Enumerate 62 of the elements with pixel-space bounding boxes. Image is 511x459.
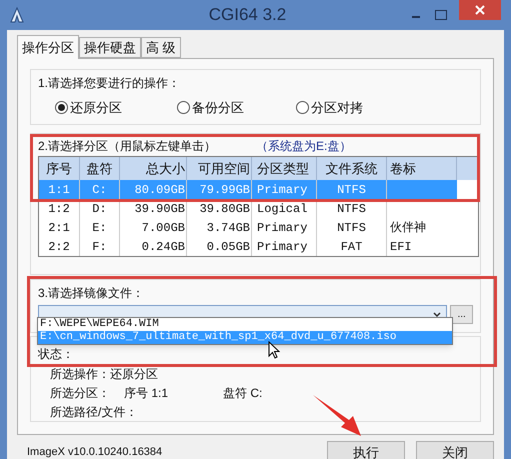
status-text: 盘符 C:: [223, 385, 262, 401]
table-cell-text: 伙伴神: [390, 220, 426, 236]
table-cell-text: NTFS: [337, 200, 366, 218]
status-text: 序号 1:1: [124, 385, 168, 401]
table-cell-text: EFI: [390, 238, 412, 256]
section-label: 1.请选择您要进行的操作：: [38, 75, 182, 92]
table-cell-text: F:: [92, 238, 107, 256]
table-cell-text: 39.90GB: [134, 200, 185, 218]
table-cell-text: 0.24GB: [142, 238, 185, 256]
table-cell-text: 80.09GB: [134, 182, 185, 198]
radio-option[interactable]: 备份分区: [177, 98, 244, 118]
radio-label: 分区对拷: [311, 99, 363, 117]
table-row[interactable]: 2:2 F: 0.24GB 0.05GB Primary FAT EFI: [39, 237, 457, 256]
table-row[interactable]: 2:1 E: 7.00GB 3.74GB Primary NTFS 伙伴神: [39, 218, 457, 237]
status-label: 状态：: [38, 346, 74, 362]
table-cell-text: 2:2: [48, 238, 70, 256]
close-icon: [475, 5, 485, 15]
tab[interactable]: 高 级: [141, 37, 181, 58]
close-button[interactable]: [459, 0, 501, 20]
radio-button[interactable]: [55, 101, 68, 114]
table-cell-text: 2:1: [48, 220, 70, 236]
action-button[interactable]: 执行: [327, 441, 405, 459]
table-row[interactable]: 1:2 D: 39.90GB 39.80GB Logical NTFS: [39, 199, 457, 218]
window-title: CGI64 3.2: [208, 4, 288, 26]
table-cell-text: Primary: [257, 182, 308, 198]
table-cell-text: E:: [92, 220, 107, 236]
table-cell-text: Logical: [257, 200, 308, 218]
radio-button[interactable]: [296, 101, 309, 114]
browse-button[interactable]: ...: [450, 305, 473, 324]
table-cell-text: FAT: [340, 238, 362, 256]
table-cell-text: NTFS: [337, 220, 366, 236]
radio-button[interactable]: [177, 101, 190, 114]
system-drive-note: （系统盘为E:盘）: [256, 138, 352, 155]
table-cell-text: 1:2: [48, 200, 70, 218]
status-text: 所选操作：还原分区: [50, 366, 159, 382]
tab[interactable]: 操作硬盘: [79, 37, 141, 58]
radio-label: 还原分区: [70, 99, 122, 117]
radio-label: 备份分区: [192, 99, 244, 117]
table-cell-text: 7.00GB: [142, 220, 185, 236]
table-cell-text: D:: [92, 200, 107, 218]
action-button[interactable]: 关闭: [416, 441, 494, 459]
table-cell-text: C:: [92, 182, 107, 198]
maximize-icon[interactable]: [435, 10, 447, 20]
radio-option[interactable]: 还原分区: [55, 98, 122, 118]
version-text: ImageX v10.0.10240.16384: [27, 445, 164, 459]
table-cell-text: Primary: [257, 238, 308, 256]
status-text: 所选分区：: [50, 385, 110, 401]
status-text: 所选路径/文件：: [50, 404, 138, 420]
section-label: 3.请选择镜像文件：: [38, 285, 146, 302]
table-cell-text: 1:1: [48, 182, 70, 198]
table-cell-text: Primary: [257, 220, 308, 236]
table-cell-text: 79.99GB: [200, 182, 250, 198]
table-cell-text: NTFS: [337, 182, 366, 198]
tab[interactable]: 操作分区: [17, 35, 79, 59]
radio-option[interactable]: 分区对拷: [296, 98, 363, 118]
app-icon: [10, 7, 24, 23]
dropdown-option[interactable]: F:\WEPE\WEPE64.WIM: [38, 318, 452, 331]
table-cell-text: 3.74GB: [206, 220, 250, 236]
table-cell-text: 39.80GB: [200, 200, 250, 218]
table-cell-text: 0.05GB: [206, 238, 250, 256]
section-label: 2.请选择分区（用鼠标左键单击）: [38, 138, 216, 155]
caret-icon: [433, 312, 442, 318]
